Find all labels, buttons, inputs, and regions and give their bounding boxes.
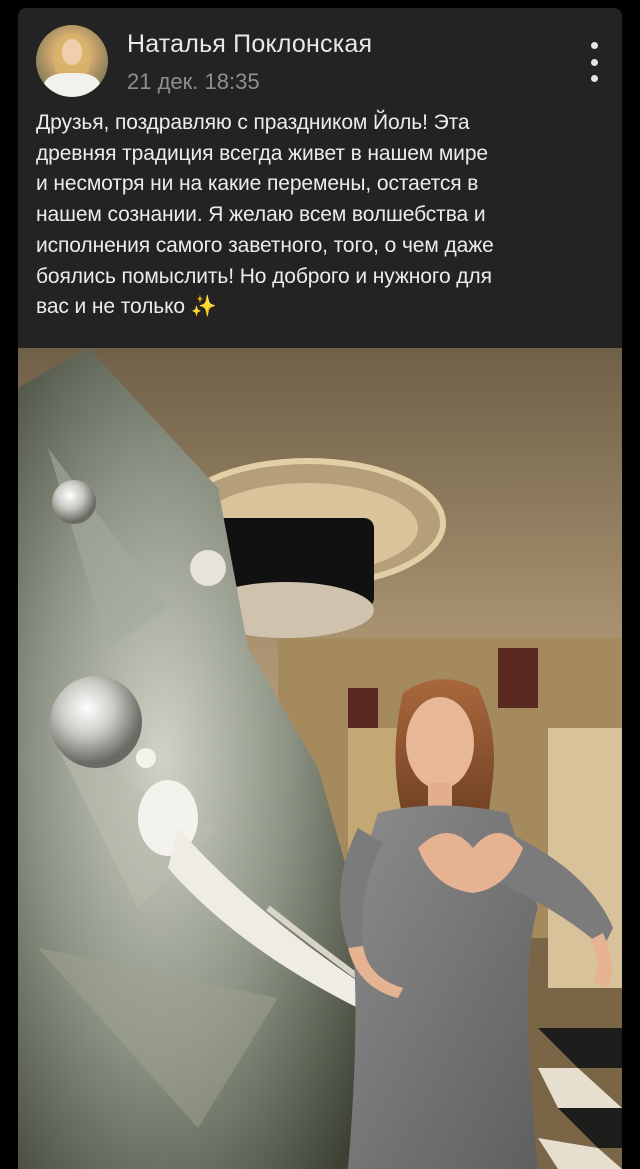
author-name[interactable]: Наталья Поклонская xyxy=(127,30,372,59)
author-avatar[interactable] xyxy=(36,25,108,97)
more-options-button[interactable] xyxy=(586,42,602,82)
more-vertical-icon-dot xyxy=(590,75,598,82)
post-text: Друзья, поздравляю с праздником Йоль! Эт… xyxy=(36,111,494,319)
avatar-shirt xyxy=(44,73,100,97)
more-vertical-icon-dot xyxy=(590,58,598,66)
more-vertical-icon xyxy=(590,42,598,49)
post-photo[interactable] xyxy=(18,348,622,1169)
avatar-face xyxy=(62,39,82,65)
post-card: Наталья Поклонская 21 дек. 18:35 Друзья,… xyxy=(18,8,622,1169)
post-timestamp[interactable]: 21 дек. 18:35 xyxy=(127,69,260,95)
